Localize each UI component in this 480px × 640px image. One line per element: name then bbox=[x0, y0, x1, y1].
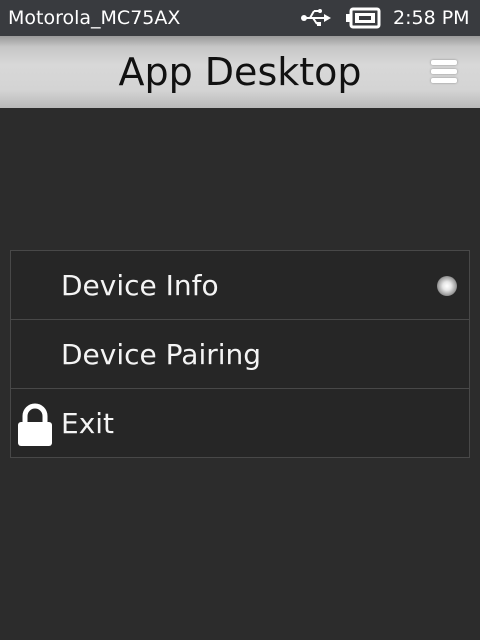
menu-item-label: Device Pairing bbox=[61, 338, 262, 371]
menu-item-exit[interactable]: Exit bbox=[11, 389, 469, 457]
menu-button[interactable] bbox=[424, 54, 464, 90]
usb-icon bbox=[301, 9, 331, 26]
app-desktop-screen: Motorola_MC75AX 2:58 PM App Desktop Devi… bbox=[0, 0, 480, 640]
lock-icon bbox=[18, 403, 52, 446]
menu-list: Device Info Device Pairing Exit bbox=[10, 250, 470, 458]
clock: 2:58 PM bbox=[393, 7, 470, 29]
menu-item-label: Device Info bbox=[61, 269, 219, 302]
menu-item-device-pairing[interactable]: Device Pairing bbox=[11, 320, 469, 389]
indicator-dot-icon bbox=[437, 276, 457, 296]
page-title: App Desktop bbox=[118, 50, 362, 94]
header: App Desktop bbox=[0, 36, 480, 108]
status-bar: Motorola_MC75AX 2:58 PM bbox=[0, 0, 480, 36]
device-name: Motorola_MC75AX bbox=[8, 7, 181, 29]
menu-item-label: Exit bbox=[61, 407, 115, 440]
menu-item-device-info[interactable]: Device Info bbox=[11, 251, 469, 320]
battery-charging-icon bbox=[346, 7, 381, 29]
